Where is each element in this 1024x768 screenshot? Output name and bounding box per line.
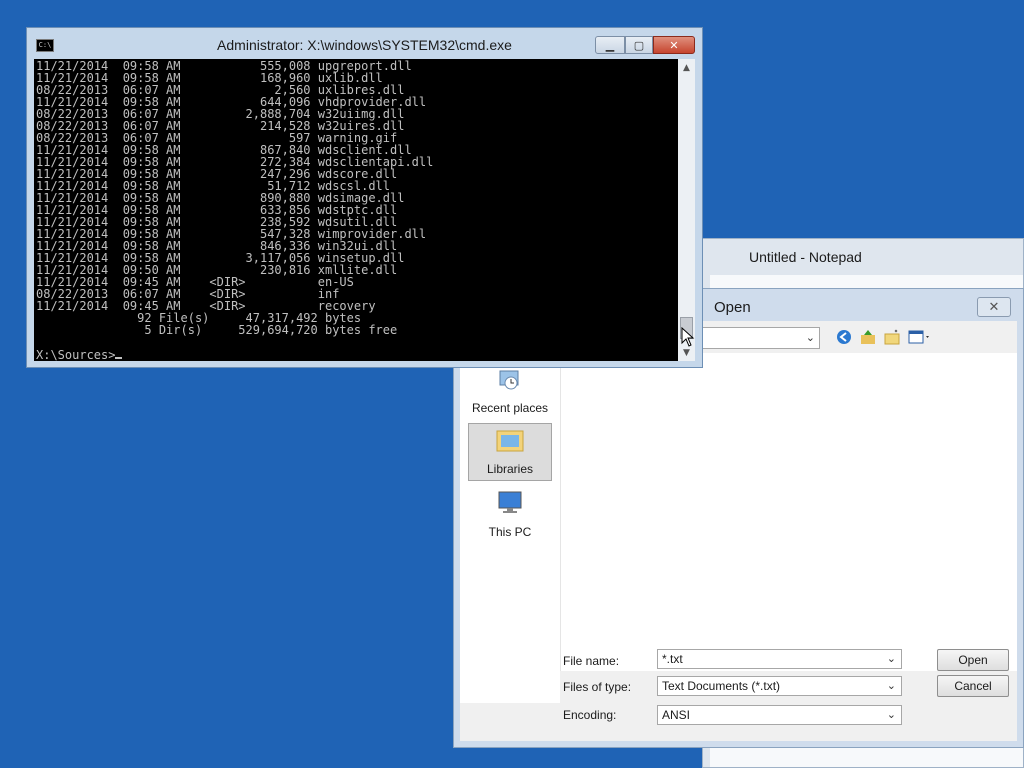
cmd-window[interactable]: C:\ Administrator: X:\windows\SYSTEM32\c…: [26, 27, 703, 368]
recent-places-icon: [497, 368, 523, 397]
open-dialog-title: Open: [714, 299, 751, 316]
chevron-down-icon[interactable]: ⌄: [887, 677, 896, 695]
chevron-down-icon[interactable]: ⌄: [887, 650, 896, 668]
files-of-type-select[interactable]: Text Documents (*.txt) ⌄: [657, 676, 902, 696]
nav-label: This PC: [488, 525, 532, 539]
scroll-up-icon[interactable]: ▲: [678, 59, 695, 76]
minimize-icon: ▁: [605, 38, 615, 52]
nav-label: Recent places: [471, 401, 549, 415]
encoding-select[interactable]: ANSI ⌄: [657, 705, 902, 725]
console-output[interactable]: 11/21/2014 09:58 AM 555,008 upgreport.dl…: [34, 59, 678, 361]
this-pc-icon: [495, 490, 525, 521]
console-text: 11/21/2014 09:58 AM 555,008 upgreport.dl…: [34, 59, 678, 361]
file-list[interactable]: [560, 353, 1017, 671]
console-line: 5 Dir(s) 529,694,720 bytes free: [36, 323, 398, 337]
back-icon[interactable]: [835, 328, 853, 346]
close-button[interactable]: ✕: [653, 36, 695, 54]
chevron-down-icon[interactable]: ⌄: [887, 706, 896, 724]
view-menu-icon[interactable]: [907, 328, 933, 346]
dialog-close-button[interactable]: ✕: [977, 297, 1011, 317]
file-name-label: File name:: [563, 654, 620, 668]
nav-item-recent-places[interactable]: Recent places: [468, 361, 552, 419]
file-name-input[interactable]: *.txt ⌄: [657, 649, 902, 669]
dialog-body: ⌄ Recent places Libraries This PC File n…: [460, 321, 1017, 741]
files-of-type-value: Text Documents (*.txt): [662, 679, 781, 693]
maximize-icon: ▢: [633, 38, 645, 52]
navigation-pane: Recent places Libraries This PC: [460, 353, 560, 703]
text-cursor: [115, 348, 123, 359]
cancel-button[interactable]: Cancel: [937, 675, 1009, 697]
libraries-icon: [495, 427, 525, 458]
file-name-value: *.txt: [662, 652, 683, 666]
cmd-titlebar[interactable]: C:\ Administrator: X:\windows\SYSTEM32\c…: [27, 28, 702, 58]
encoding-label: Encoding:: [563, 708, 617, 722]
encoding-value: ANSI: [662, 708, 691, 722]
up-folder-icon[interactable]: [859, 328, 877, 346]
nav-item-libraries[interactable]: Libraries: [468, 423, 552, 481]
chevron-down-icon[interactable]: ⌄: [806, 331, 815, 344]
dialog-toolbar: [835, 328, 933, 346]
vertical-scrollbar[interactable]: ▲ ▼: [678, 59, 695, 361]
mouse-pointer-icon: [681, 327, 695, 347]
files-of-type-label: Files of type:: [563, 680, 632, 694]
maximize-button[interactable]: ▢: [625, 36, 653, 54]
close-icon: ✕: [669, 38, 679, 52]
notepad-title: Untitled - Notepad: [749, 249, 862, 265]
console-line: X:\Sources>: [36, 348, 116, 361]
minimize-button[interactable]: ▁: [595, 36, 625, 54]
nav-item-this-pc[interactable]: This PC: [468, 485, 552, 543]
nav-label: Libraries: [486, 462, 534, 476]
open-button[interactable]: Open: [937, 649, 1009, 671]
new-folder-icon[interactable]: [883, 328, 901, 346]
close-icon: ✕: [988, 299, 1000, 314]
